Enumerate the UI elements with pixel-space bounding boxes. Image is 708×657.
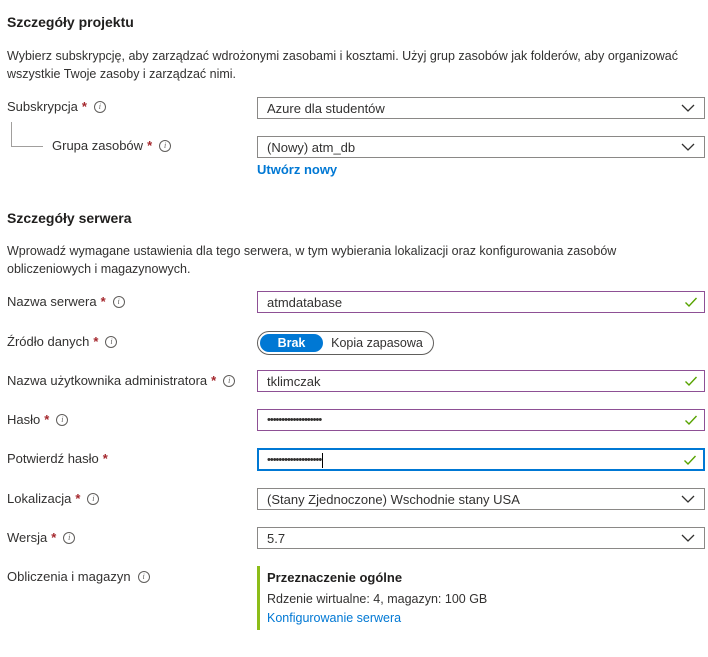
project-details-title: Szczegóły projektu (7, 14, 134, 30)
password-label: Hasło * i (7, 412, 69, 427)
subscription-value: Azure dla studentów (267, 100, 385, 116)
info-icon[interactable]: i (159, 139, 172, 152)
configure-server-link[interactable]: Konfigurowanie serwera (267, 611, 577, 625)
required-marker: * (51, 530, 57, 545)
version-label: Wersja * i (7, 530, 76, 545)
data-source-toggle[interactable]: Brak Kopia zapasowa (257, 331, 434, 355)
required-marker: * (93, 334, 99, 349)
version-dropdown[interactable]: 5.7 (257, 527, 705, 549)
required-marker: * (81, 99, 87, 114)
confirm-password-label: Potwierdź hasło * (7, 451, 108, 466)
compute-details: Rdzenie wirtualne: 4, magazyn: 100 GB (267, 592, 488, 606)
checkmark-icon (684, 455, 697, 465)
admin-username-value: tklimczak (267, 373, 321, 389)
info-icon[interactable]: i (112, 295, 125, 308)
info-icon[interactable]: i (93, 100, 106, 113)
checkmark-icon (685, 376, 698, 387)
password-input[interactable]: ••••••••••••••••••• (257, 409, 705, 431)
compute-tier: Przeznaczenie ogólne (267, 570, 403, 585)
resource-group-label: Grupa zasobów * i (52, 138, 172, 153)
required-marker: * (100, 294, 106, 309)
location-value: (Stany Zjednoczone) Wschodnie stany USA (267, 491, 520, 507)
tree-connector (11, 122, 12, 146)
info-icon[interactable]: i (223, 374, 236, 387)
version-value: 5.7 (267, 530, 286, 546)
server-details-description: Wprowadź wymagane ustawienia dla tego se… (7, 244, 617, 276)
required-marker: * (211, 373, 217, 388)
compute-storage-summary: Przeznaczenie ogólne Rdzenie wirtualne: … (257, 566, 577, 630)
checkmark-icon (685, 415, 698, 426)
info-icon[interactable]: i (63, 531, 76, 544)
resource-group-value: (Nowy) atm_db (267, 139, 356, 155)
confirm-password-input[interactable]: ••••••••••••••••••• (257, 448, 705, 471)
password-masked-value: ••••••••••••••••••• (267, 414, 322, 426)
chevron-down-icon (681, 495, 695, 503)
data-source-option-backup[interactable]: Kopia zapasowa (323, 336, 431, 350)
subscription-dropdown[interactable]: Azure dla studentów (257, 97, 705, 119)
data-source-option-none[interactable]: Brak (260, 334, 323, 352)
data-source-label: Źródło danych * i (7, 334, 118, 349)
project-details-description: Wybierz subskrypcję, aby zarządzać wdroż… (7, 49, 678, 81)
server-name-input[interactable]: atmdatabase (257, 291, 705, 313)
server-details-title: Szczegóły serwera (7, 210, 132, 226)
confirm-password-masked-value: ••••••••••••••••••• (267, 454, 322, 467)
required-marker: * (44, 412, 50, 427)
chevron-down-icon (681, 143, 695, 151)
create-new-resource-group-link[interactable]: Utwórz nowy (257, 162, 337, 177)
info-icon[interactable]: i (137, 570, 150, 583)
location-label: Lokalizacja * i (7, 491, 100, 506)
required-marker: * (102, 451, 108, 466)
chevron-down-icon (681, 104, 695, 112)
tree-connector (11, 146, 43, 147)
required-marker: * (75, 491, 81, 506)
server-name-label: Nazwa serwera * i (7, 294, 125, 309)
info-icon[interactable]: i (105, 335, 118, 348)
admin-username-input[interactable]: tklimczak (257, 370, 705, 392)
compute-storage-label: Obliczenia i magazyn i (7, 569, 150, 584)
location-dropdown[interactable]: (Stany Zjednoczone) Wschodnie stany USA (257, 488, 705, 510)
required-marker: * (147, 138, 153, 153)
chevron-down-icon (681, 534, 695, 542)
admin-username-label: Nazwa użytkownika administratora * i (7, 373, 236, 388)
checkmark-icon (685, 297, 698, 308)
info-icon[interactable]: i (56, 413, 69, 426)
subscription-label: Subskrypcja * i (7, 99, 106, 114)
text-cursor (322, 452, 324, 468)
info-icon[interactable]: i (87, 492, 100, 505)
resource-group-dropdown[interactable]: (Nowy) atm_db (257, 136, 705, 158)
server-name-value: atmdatabase (267, 294, 343, 310)
